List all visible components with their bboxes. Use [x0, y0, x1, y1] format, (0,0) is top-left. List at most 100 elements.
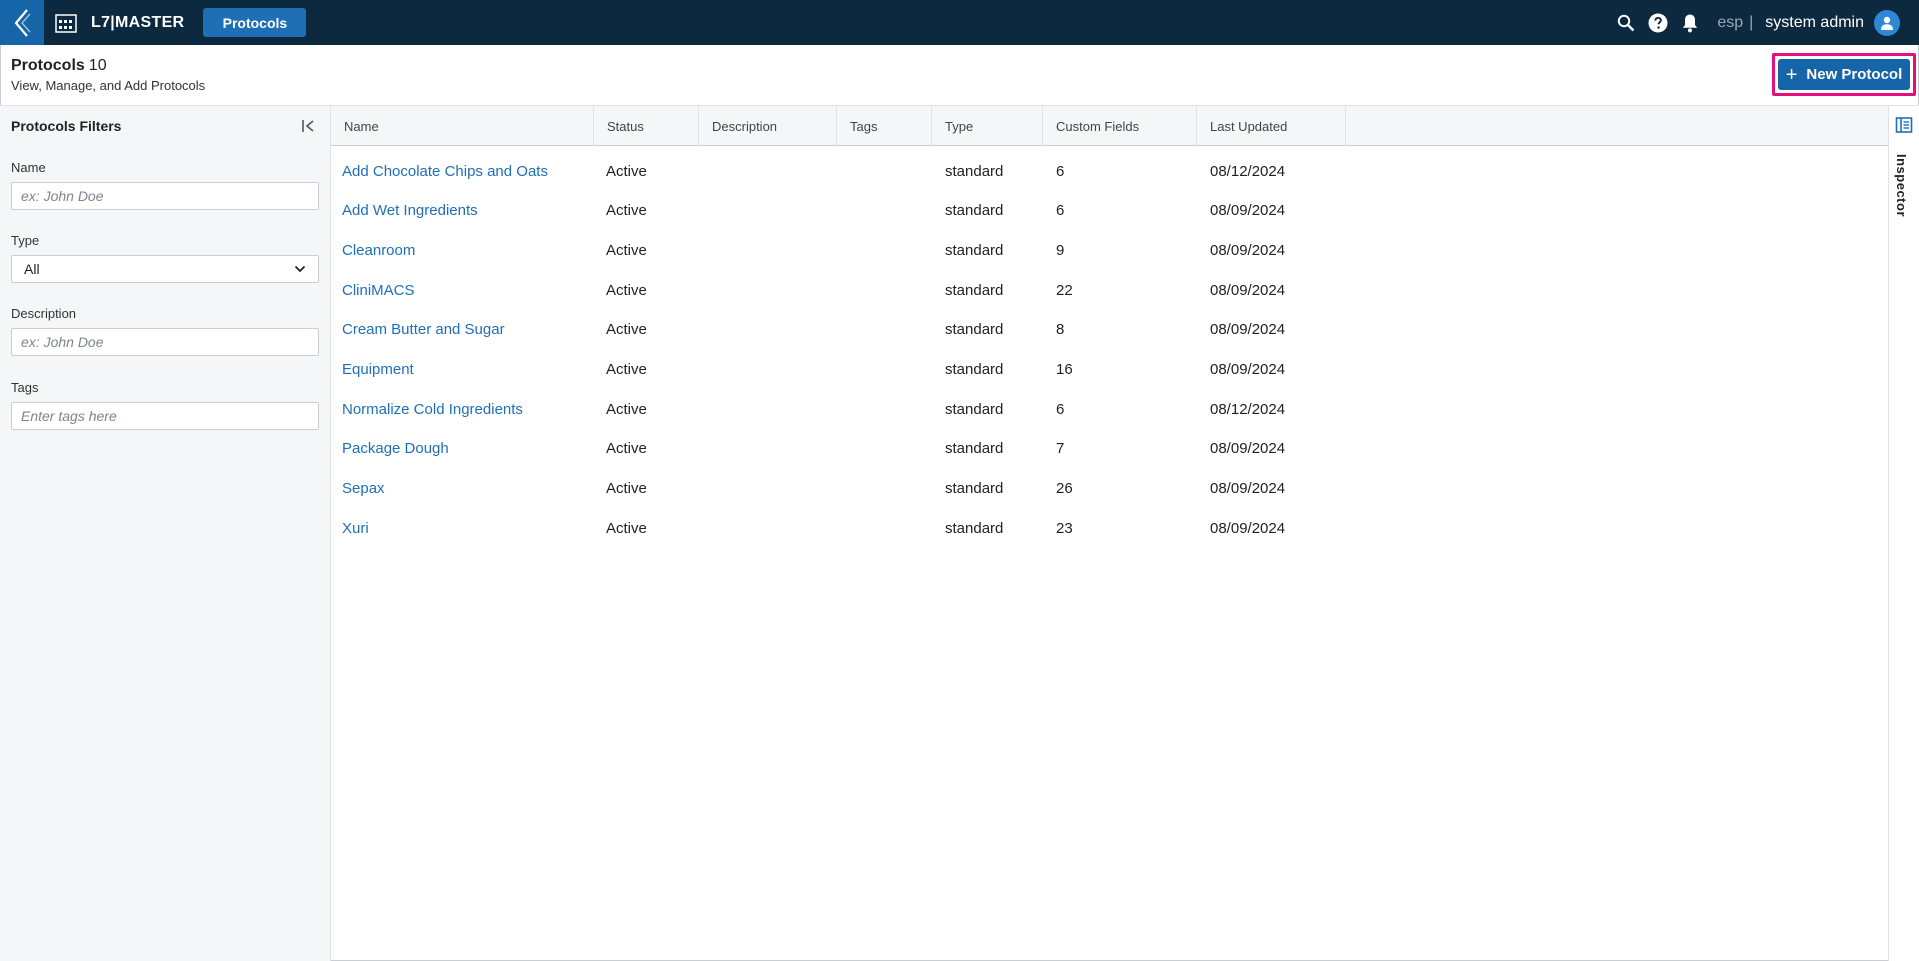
back-button[interactable] [0, 0, 44, 45]
cell-last-updated: 08/09/2024 [1210, 321, 1286, 339]
type-filter-value: All [24, 261, 40, 277]
cell-last-updated: 08/09/2024 [1210, 281, 1286, 299]
search-button[interactable] [1615, 12, 1637, 34]
cell-last-updated: 08/09/2024 [1210, 361, 1286, 378]
cell-custom-fields: 8 [1056, 321, 1065, 339]
column-header-status[interactable]: Status [594, 106, 699, 146]
top-bar: L7|MASTER Protocols esp | system admin [0, 0, 1919, 45]
cell-last-updated: 08/09/2024 [1210, 202, 1286, 220]
cell-last-updated: 08/09/2024 [1210, 440, 1286, 458]
page-header: Protocols 10 View, Manage, and Add Protoc… [0, 45, 1919, 106]
filters-panel: Protocols Filters Name Type All Descript… [0, 106, 331, 961]
cell-type: standard [945, 281, 1004, 299]
new-protocol-button[interactable]: + New Protocol [1778, 59, 1910, 90]
protocols-table: Name Status Description Tags Type Custom… [331, 106, 1888, 961]
cell-type: standard [945, 241, 1004, 259]
cell-type: standard [945, 440, 1004, 458]
table-row[interactable]: Cleanroom Active standard 9 08/09/2024 [331, 230, 1888, 270]
cell-name[interactable]: Normalize Cold Ingredients [342, 389, 523, 429]
user-name[interactable]: system admin [1765, 14, 1864, 32]
inspector-label[interactable]: Inspector [1894, 154, 1909, 217]
collapse-panel-icon[interactable] [300, 117, 318, 135]
new-protocol-highlight: + New Protocol [1772, 53, 1916, 96]
cell-status: Active [606, 241, 647, 259]
cell-status: Active [606, 400, 647, 418]
avatar[interactable] [1874, 9, 1900, 36]
name-filter-label: Name [11, 160, 46, 175]
cell-type: standard [945, 480, 1004, 498]
cell-status: Active [606, 519, 647, 537]
back-chevron-icon [14, 8, 31, 37]
tab-protocols[interactable]: Protocols [203, 8, 307, 37]
cell-custom-fields: 16 [1056, 361, 1073, 378]
table-row[interactable]: Cream Butter and Sugar Active standard 8 08/… [331, 310, 1888, 350]
column-header-tags[interactable]: Tags [837, 106, 932, 146]
filters-title: Protocols Filters [11, 118, 122, 134]
language-selector[interactable]: esp [1717, 14, 1743, 32]
protocol-count: 10 [88, 57, 107, 74]
cell-type: standard [945, 361, 1004, 378]
column-header-description[interactable]: Description [699, 106, 837, 146]
cell-name[interactable]: Add Wet Ingredients [342, 191, 478, 231]
cell-custom-fields: 9 [1056, 241, 1065, 259]
cell-last-updated: 08/09/2024 [1210, 241, 1286, 259]
cell-last-updated: 08/12/2024 [1210, 162, 1286, 180]
cell-name[interactable]: Package Dough [342, 429, 449, 469]
cell-status: Active [606, 202, 647, 220]
user-avatar-icon [1881, 16, 1893, 30]
table-row[interactable]: Xuri Active standard 23 08/09/2024 [331, 508, 1888, 548]
column-header-last-updated[interactable]: Last Updated [1197, 106, 1346, 146]
cell-status: Active [606, 361, 647, 378]
table-row[interactable]: Add Chocolate Chips and Oats Active standa… [331, 151, 1888, 191]
column-header-type[interactable]: Type [932, 106, 1043, 146]
table-header: Name Status Description Tags Type Custom… [331, 106, 1888, 146]
cell-name[interactable]: Add Chocolate Chips and Oats [342, 151, 548, 191]
cell-type: standard [945, 519, 1004, 537]
cell-custom-fields: 6 [1056, 202, 1065, 220]
name-filter-input[interactable] [11, 182, 319, 210]
table-row[interactable]: Add Wet Ingredients Active standard 6 08/09/… [331, 191, 1888, 231]
cell-status: Active [606, 281, 647, 299]
column-header-custom-fields[interactable]: Custom Fields [1043, 106, 1197, 146]
search-icon [1618, 14, 1635, 31]
cell-last-updated: 08/09/2024 [1210, 480, 1286, 498]
table-row[interactable]: Package Dough Active standard 7 08/09/2024 [331, 429, 1888, 469]
cell-name[interactable]: Cleanroom [342, 230, 415, 270]
language-separator: | [1749, 13, 1754, 31]
table-row[interactable]: Normalize Cold Ingredients Active standard… [331, 389, 1888, 429]
table-row[interactable]: Equipment Active standard 16 08/09/2024 [331, 350, 1888, 390]
table-row[interactable]: CliniMACS Active standard 22 08/09/2024 [331, 270, 1888, 310]
top-right-actions: esp | system admin [1605, 0, 1900, 45]
cell-name[interactable]: Xuri [342, 508, 369, 548]
cell-name[interactable]: Sepax [342, 469, 385, 509]
cell-name[interactable]: Equipment [342, 350, 414, 390]
type-filter-select[interactable]: All [11, 255, 319, 283]
bell-icon [1683, 14, 1698, 32]
description-filter-label: Description [11, 306, 77, 321]
tags-filter-label: Tags [11, 380, 39, 395]
help-icon [1648, 13, 1668, 32]
cell-status: Active [606, 162, 647, 180]
cell-type: standard [945, 321, 1004, 339]
tags-filter-input[interactable] [11, 402, 319, 430]
chevron-down-icon [294, 265, 306, 273]
cell-status: Active [606, 480, 647, 498]
cell-custom-fields: 23 [1056, 519, 1073, 537]
cell-custom-fields: 26 [1056, 480, 1073, 498]
inspector-toggle-icon[interactable] [1895, 116, 1913, 134]
page-title: Protocols 10 [11, 57, 107, 75]
table-row[interactable]: Sepax Active standard 26 08/09/2024 [331, 469, 1888, 509]
description-filter-input[interactable] [11, 328, 319, 356]
cell-status: Active [606, 321, 647, 339]
new-protocol-label: New Protocol [1806, 66, 1903, 83]
cell-last-updated: 08/12/2024 [1210, 400, 1286, 418]
cell-type: standard [945, 162, 1004, 180]
cell-name[interactable]: Cream Butter and Sugar [342, 310, 505, 350]
page-title-text: Protocols [11, 57, 85, 74]
column-header-name[interactable]: Name [331, 106, 594, 146]
app-logo[interactable]: L7|MASTER [55, 12, 184, 34]
help-button[interactable] [1647, 12, 1669, 34]
logo-icon [55, 13, 77, 33]
cell-name[interactable]: CliniMACS [342, 270, 415, 310]
notifications-button[interactable] [1679, 12, 1701, 34]
